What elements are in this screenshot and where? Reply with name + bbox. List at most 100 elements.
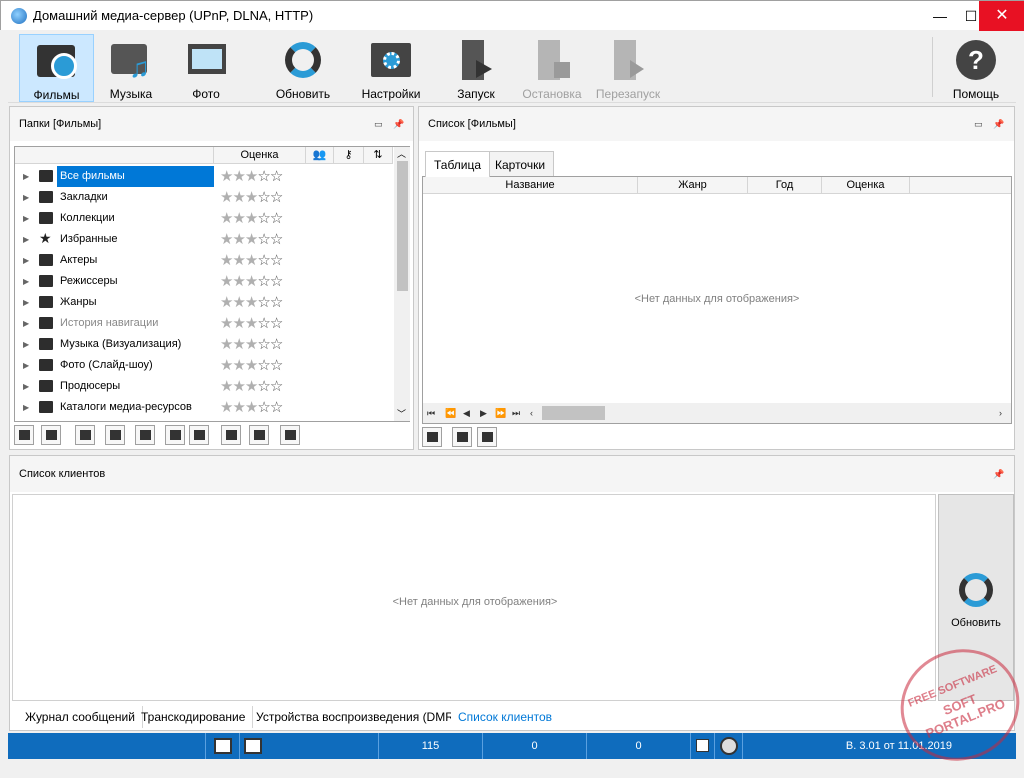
expand-arrow-icon[interactable]: ▶ xyxy=(23,292,29,313)
rating-stars[interactable]: ★★★☆☆ xyxy=(220,376,283,397)
column-genre[interactable]: Жанр xyxy=(638,177,748,194)
star-icon[interactable]: ☆ xyxy=(270,378,283,395)
star-icon[interactable]: ★ xyxy=(245,168,258,185)
rating-stars[interactable]: ★★★☆☆ xyxy=(220,355,283,376)
tree-item[interactable]: ▶ Музыка (Визуализация) ★★★☆☆ xyxy=(15,334,395,355)
films-button[interactable]: Фильмы xyxy=(19,34,94,102)
star-icon[interactable]: ☆ xyxy=(257,252,270,269)
expand-arrow-icon[interactable]: ▶ xyxy=(23,166,29,187)
rating-stars[interactable]: ★★★☆☆ xyxy=(220,229,283,250)
expand-arrow-icon[interactable]: ▶ xyxy=(23,187,29,208)
star-icon[interactable]: ★ xyxy=(232,189,245,206)
tree-item[interactable]: ▶ ★ Избранные ★★★☆☆ xyxy=(15,229,395,250)
star-icon[interactable]: ★ xyxy=(232,399,245,416)
star-icon[interactable]: ★ xyxy=(232,168,245,185)
star-icon[interactable]: ★ xyxy=(220,273,233,290)
star-icon[interactable]: ★ xyxy=(220,189,233,206)
star-icon[interactable]: ★ xyxy=(232,210,245,227)
star-icon[interactable]: ★ xyxy=(220,210,233,227)
star-icon[interactable]: ★ xyxy=(220,168,233,185)
star-icon[interactable]: ☆ xyxy=(257,357,270,374)
tree-item[interactable]: ▶ Закладки ★★★☆☆ xyxy=(15,187,395,208)
tree-item[interactable]: ▶ История навигации ★★★☆☆ xyxy=(15,313,395,334)
sort-column-icon[interactable]: ⇅ xyxy=(364,147,393,164)
tree-item[interactable]: ▶ Актеры ★★★☆☆ xyxy=(15,250,395,271)
log-window-icon[interactable] xyxy=(239,733,265,759)
rating-stars[interactable]: ★★★☆☆ xyxy=(220,271,283,292)
star-icon[interactable]: ★ xyxy=(232,294,245,311)
tab-table[interactable]: Таблица xyxy=(425,151,491,177)
star-icon[interactable]: ☆ xyxy=(257,336,270,353)
star-icon[interactable]: ★ xyxy=(220,315,233,332)
export-icon[interactable] xyxy=(189,425,209,445)
tab-clients-list[interactable]: Список клиентов xyxy=(451,706,560,728)
star-icon[interactable]: ★ xyxy=(245,399,258,416)
star-icon[interactable]: ☆ xyxy=(257,378,270,395)
scan-icon[interactable] xyxy=(105,425,125,445)
star-icon[interactable]: ☆ xyxy=(270,210,283,227)
open-folder-icon[interactable] xyxy=(14,425,34,445)
star-icon[interactable]: ★ xyxy=(220,357,233,374)
expand-arrow-icon[interactable]: ▶ xyxy=(23,229,29,250)
add-folder-icon[interactable] xyxy=(41,425,61,445)
save-icon[interactable] xyxy=(165,425,185,445)
start-button[interactable]: Запуск xyxy=(448,34,504,102)
star-icon[interactable]: ★ xyxy=(245,189,258,206)
star-icon[interactable]: ★ xyxy=(245,336,258,353)
disc-icon[interactable] xyxy=(714,733,742,759)
grid-settings-icon[interactable] xyxy=(452,427,472,447)
star-icon[interactable]: ★ xyxy=(245,315,258,332)
close-button[interactable]: ✕ xyxy=(979,1,1024,31)
cloud-folder-icon[interactable] xyxy=(75,425,95,445)
star-icon[interactable]: ☆ xyxy=(270,336,283,353)
star-icon[interactable]: ★ xyxy=(245,273,258,290)
expand-arrow-icon[interactable]: ▶ xyxy=(23,376,29,397)
scrollbar-thumb[interactable] xyxy=(397,161,408,291)
star-icon[interactable]: ★ xyxy=(220,231,233,248)
fit-columns-icon[interactable] xyxy=(477,427,497,447)
vertical-scrollbar[interactable]: ︿ ﹀ xyxy=(394,147,410,421)
scroll-left-icon[interactable]: ‹ xyxy=(530,403,533,423)
horizontal-scrollbar-thumb[interactable] xyxy=(542,406,605,420)
star-icon[interactable]: ★ xyxy=(232,231,245,248)
scroll-right-icon[interactable]: › xyxy=(999,403,1002,423)
star-icon[interactable]: ☆ xyxy=(270,315,283,332)
star-icon[interactable]: ★ xyxy=(245,231,258,248)
expand-arrow-icon[interactable]: ▶ xyxy=(23,313,29,334)
star-icon[interactable]: ★ xyxy=(232,378,245,395)
status-checkbox[interactable] xyxy=(690,733,714,759)
image-folder-icon[interactable] xyxy=(135,425,155,445)
tree-item[interactable]: ▶ Все фильмы ★★★☆☆ xyxy=(15,166,395,187)
key-column-icon[interactable]: ⚷ xyxy=(334,147,364,164)
star-icon[interactable]: ☆ xyxy=(257,294,270,311)
network-icon[interactable] xyxy=(205,733,239,759)
star-icon[interactable]: ☆ xyxy=(270,273,283,290)
expand-arrow-icon[interactable]: ▶ xyxy=(23,355,29,376)
tab-message-log[interactable]: Журнал сообщений xyxy=(18,706,143,728)
users-icon[interactable] xyxy=(249,425,269,445)
star-icon[interactable]: ☆ xyxy=(257,168,270,185)
tree-item[interactable]: ▶ Каталоги медиа-ресурсов ★★★☆☆ xyxy=(15,397,395,418)
expand-arrow-icon[interactable]: ▶ xyxy=(23,271,29,292)
tab-transcoding[interactable]: Транскодирование xyxy=(134,706,254,728)
rating-stars[interactable]: ★★★☆☆ xyxy=(220,397,283,418)
pin-icon[interactable]: 📌 xyxy=(993,456,1004,492)
music-button[interactable]: ♫ Музыка xyxy=(98,34,164,102)
scroll-up-icon[interactable]: ︿ xyxy=(397,147,406,160)
star-icon[interactable]: ☆ xyxy=(257,399,270,416)
star-icon[interactable]: ☆ xyxy=(270,189,283,206)
rating-stars[interactable]: ★★★☆☆ xyxy=(220,208,283,229)
refresh-button[interactable]: Обновить xyxy=(263,34,343,102)
prev-record-icon[interactable]: ◀ xyxy=(463,403,470,423)
tree-item[interactable]: ▶ Коллекции ★★★☆☆ xyxy=(15,208,395,229)
prev-page-icon[interactable]: ⏪ xyxy=(445,403,456,423)
star-icon[interactable]: ★ xyxy=(232,273,245,290)
star-icon[interactable]: ☆ xyxy=(257,273,270,290)
star-icon[interactable]: ☆ xyxy=(270,252,283,269)
star-icon[interactable]: ☆ xyxy=(257,315,270,332)
help-button[interactable]: ? Помощь xyxy=(943,34,1009,102)
star-icon[interactable]: ★ xyxy=(232,315,245,332)
restart-button[interactable]: Перезапуск xyxy=(592,34,664,102)
pin-icon[interactable]: 📌 xyxy=(993,107,1004,141)
first-record-icon[interactable]: ⏮ xyxy=(427,403,435,423)
